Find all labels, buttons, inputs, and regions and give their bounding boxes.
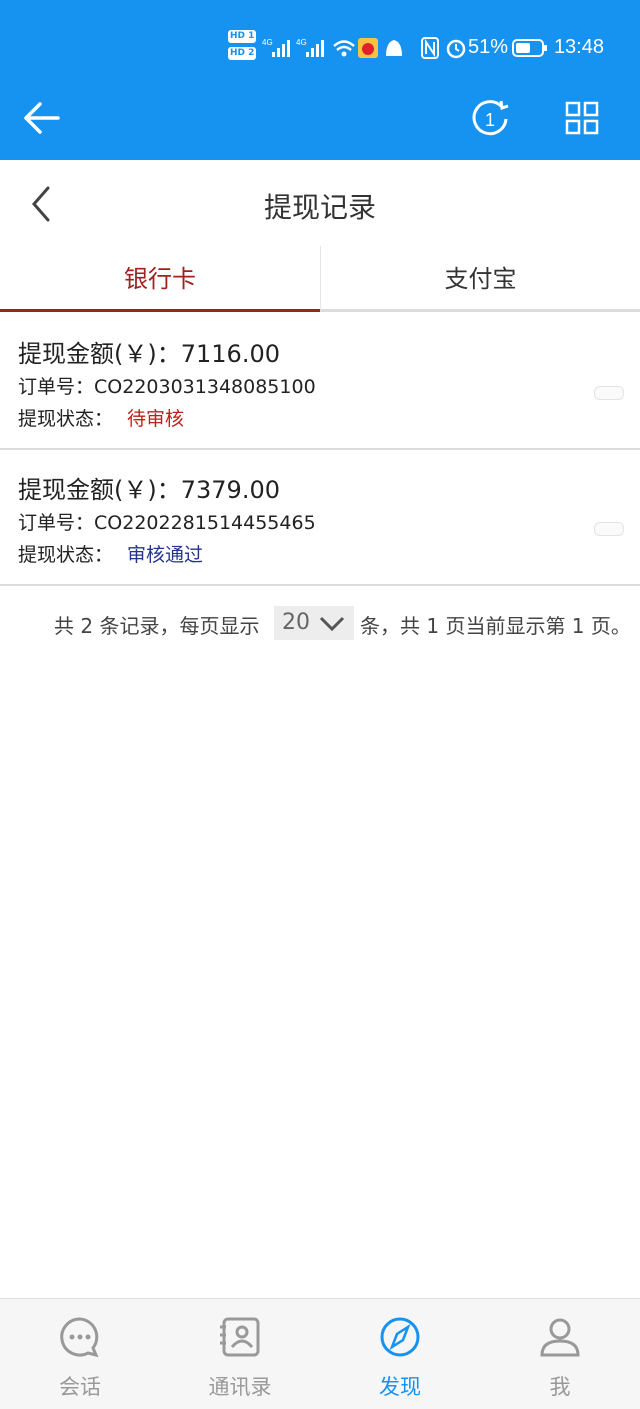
bottom-nav: 会话 通讯录 发现 我 <box>0 1298 640 1409</box>
bottom-tab-me[interactable]: 我 <box>480 1299 640 1409</box>
contacts-icon <box>220 1317 260 1357</box>
order-value: CO2203031348085100 <box>94 376 316 398</box>
order-line: 订单号：CO2202281514455465 <box>18 508 316 535</box>
amount-label: 提现金额(￥)： <box>18 340 181 368</box>
bottom-tab-label: 我 <box>549 1375 571 1399</box>
status-badge: 待审核 <box>127 408 185 430</box>
list-item[interactable]: 提现金额(￥)：7379.00 订单号：CO2202281514455465 提… <box>0 452 640 586</box>
list-item[interactable]: 提现金额(￥)：7116.00 订单号：CO2203031348085100 提… <box>0 316 640 450</box>
ops-circle-icon[interactable]: 1 <box>470 99 510 139</box>
amount-label: 提现金额(￥)： <box>18 476 181 504</box>
ops-badge: 1 <box>485 110 495 130</box>
bottom-tab-chat[interactable]: 会话 <box>0 1299 160 1409</box>
battery-percent: 51% <box>467 36 508 58</box>
tab-bar: 银行卡 支付宝 <box>0 246 640 314</box>
back-arrow-icon[interactable] <box>22 100 62 136</box>
bottom-tab-label: 会话 <box>59 1375 101 1399</box>
clock: 13:48 <box>553 36 604 58</box>
hd2-badge: HD 2 <box>228 47 257 60</box>
net1-label: 4G <box>262 38 273 47</box>
compass-icon <box>380 1317 420 1357</box>
page-size-select[interactable]: 20 <box>274 606 354 640</box>
pager-suffix: 条，共 1 页当前显示第 1 页。 <box>360 614 631 638</box>
status-badge: 审核通过 <box>127 544 204 566</box>
bottom-tab-label: 通讯录 <box>208 1375 272 1399</box>
hd-badges: HD 1 HD 2 <box>228 30 257 64</box>
order-value: CO2202281514455465 <box>94 512 316 534</box>
page-title: 提现记录 <box>263 191 376 224</box>
chat-icon <box>60 1317 99 1358</box>
order-label: 订单号： <box>18 376 95 398</box>
state-line: 提现状态： 审核通过 <box>18 540 203 567</box>
state-label: 提现状态： <box>18 408 114 430</box>
status-bar: HD 1 HD 2 4G 4G 51% 13:48 <box>0 30 640 64</box>
person-icon <box>540 1318 580 1357</box>
top-bar: HD 1 HD 2 4G 4G 51% 13:48 1 <box>0 0 640 160</box>
state-label: 提现状态： <box>18 544 114 566</box>
battery-icon <box>512 39 547 57</box>
pager-prefix: 共 2 条记录，每页显示 <box>54 614 260 638</box>
page-header: 提现记录 <box>0 160 640 246</box>
amount-line: 提现金额(￥)：7116.00 <box>18 334 280 369</box>
tab-alipay[interactable]: 支付宝 <box>320 246 640 312</box>
amount-value: 7116.00 <box>180 340 280 368</box>
bottom-tab-discover[interactable]: 发现 <box>320 1299 480 1409</box>
bottom-tab-label: 发现 <box>379 1375 421 1399</box>
order-label: 订单号： <box>18 512 95 534</box>
tab-bank-card[interactable]: 银行卡 <box>0 246 320 312</box>
amount-value: 7379.00 <box>180 476 280 504</box>
chevron-down-icon <box>319 616 345 632</box>
page-size-value: 20 <box>282 610 310 635</box>
amount-line: 提现金额(￥)：7379.00 <box>18 470 280 505</box>
order-line: 订单号：CO2203031348085100 <box>18 372 316 399</box>
signal-group: 4G 4G <box>262 36 412 65</box>
signal-icon: 4G 4G <box>262 38 402 58</box>
expand-toggle[interactable] <box>594 386 624 400</box>
state-line: 提现状态： 待审核 <box>18 404 184 431</box>
net2-label: 4G <box>296 38 307 47</box>
grid-icon[interactable] <box>564 100 600 136</box>
hd1-badge: HD 1 <box>228 30 257 43</box>
bottom-tab-contacts[interactable]: 通讯录 <box>160 1299 320 1409</box>
expand-toggle[interactable] <box>594 522 624 536</box>
